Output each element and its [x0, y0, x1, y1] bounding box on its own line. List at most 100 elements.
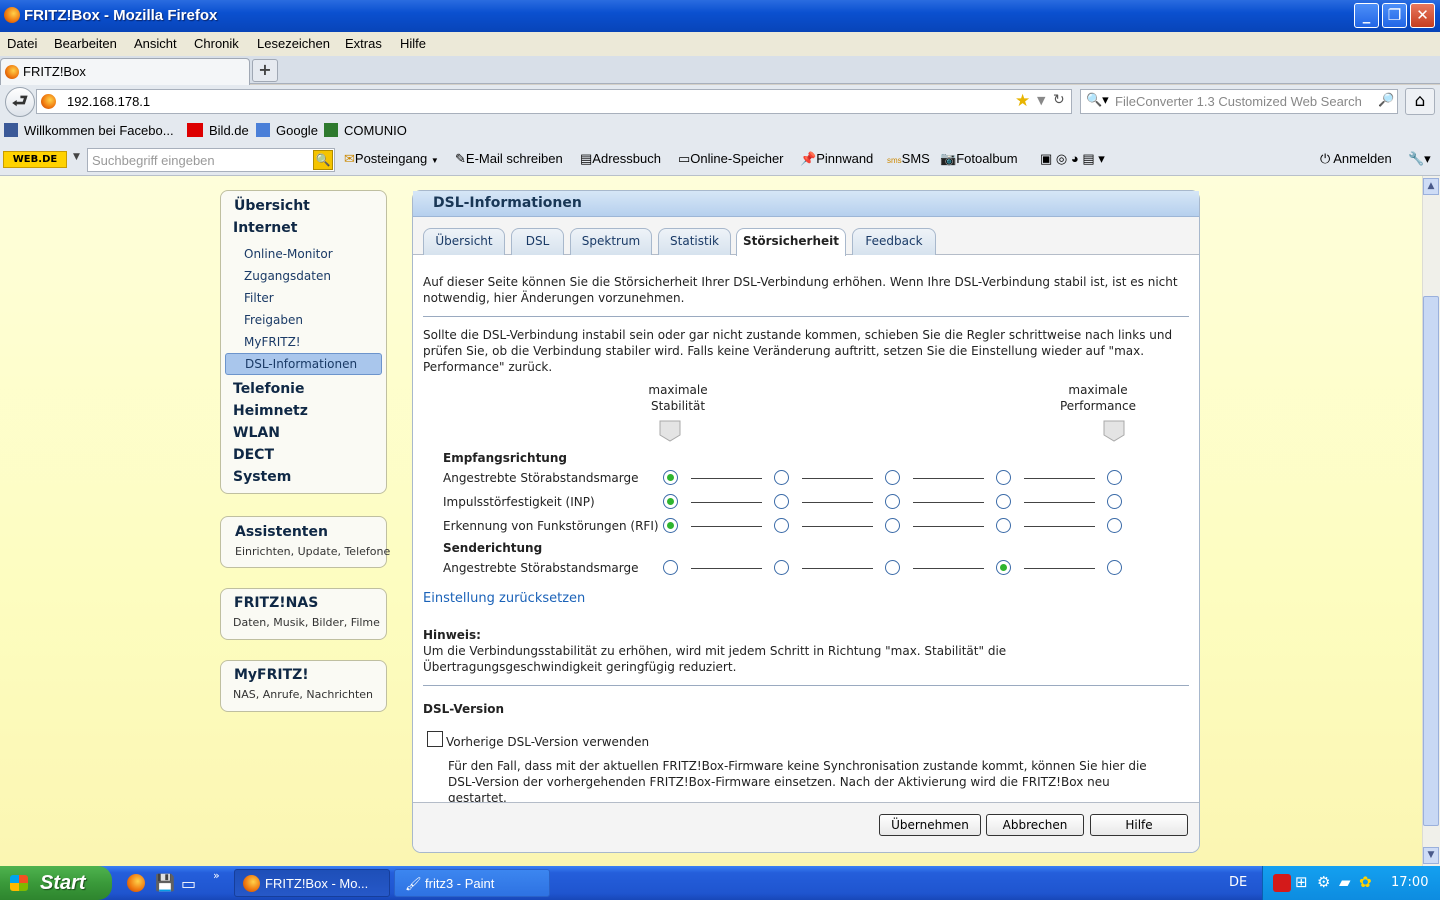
webde-email-schreiben[interactable]: ✎E-Mail schreiben — [455, 151, 563, 167]
level-radio[interactable] — [885, 470, 900, 485]
level-radio[interactable] — [885, 518, 900, 533]
nav-myfritz[interactable]: MyFRITZ! — [244, 335, 301, 349]
webde-pinnwand[interactable]: 📌Pinnwand — [800, 151, 873, 167]
webde-search-icon[interactable]: 🔍 — [313, 150, 333, 170]
level-radio[interactable] — [774, 494, 789, 509]
level-radio[interactable] — [663, 560, 678, 575]
back-button[interactable]: ⮐ — [5, 87, 35, 117]
nav-filter[interactable]: Filter — [244, 291, 274, 305]
nav-wlan[interactable]: WLAN — [233, 425, 280, 441]
webde-adressbuch[interactable]: ▤Adressbuch — [580, 151, 661, 167]
language-indicator[interactable]: DE — [1229, 875, 1247, 890]
menu-bearbeiten[interactable]: Bearbeiten — [54, 36, 117, 51]
tab-spektrum[interactable]: Spektrum — [570, 228, 652, 255]
level-radio[interactable] — [774, 518, 789, 533]
uebernehmen-button[interactable]: Übernehmen — [879, 814, 981, 836]
level-radio[interactable] — [885, 494, 900, 509]
webde-logo[interactable]: WEB.DE — [3, 151, 67, 168]
maximize-button[interactable]: ❐ — [1382, 3, 1407, 28]
browser-tab[interactable]: FRITZ!Box — [0, 58, 250, 85]
nav-telefonie[interactable]: Telefonie — [233, 381, 304, 397]
menu-chronik[interactable]: Chronik — [194, 36, 239, 51]
network-icon[interactable]: ⊞ — [1295, 873, 1308, 891]
dropdown-icon[interactable]: ▼ — [1037, 94, 1045, 107]
bookmark-facebook[interactable]: Willkommen bei Facebo... — [4, 123, 174, 138]
webde-online-speicher[interactable]: ▭Online-Speicher — [678, 151, 784, 167]
site-identity-icon[interactable] — [41, 94, 56, 109]
quicklaunch-desktop-icon[interactable]: ▭ — [181, 874, 196, 893]
level-radio[interactable] — [663, 470, 678, 485]
tab-statistik[interactable]: Statistik — [658, 228, 731, 255]
bookmark-comunio[interactable]: COMUNIO — [324, 123, 407, 138]
nav-zugangsdaten[interactable]: Zugangsdaten — [244, 269, 331, 283]
tab-feedback[interactable]: Feedback — [852, 228, 936, 255]
menu-lesezeichen[interactable]: Lesezeichen — [257, 36, 330, 51]
webde-sms[interactable]: smsSMS — [887, 151, 930, 166]
nav-freigaben[interactable]: Freigaben — [244, 313, 303, 327]
close-button[interactable]: ✕ — [1410, 3, 1435, 28]
level-radio[interactable] — [1107, 560, 1122, 575]
messenger-icon[interactable]: ✿ — [1359, 873, 1372, 891]
scroll-up-button[interactable]: ▲ — [1423, 178, 1439, 195]
menu-extras[interactable]: Extras — [345, 36, 382, 51]
home-button[interactable]: ⌂ — [1405, 88, 1435, 115]
start-button[interactable]: Start — [0, 866, 112, 900]
url-bar[interactable]: 192.168.178.1 ★ ▼ ↻ — [36, 89, 1072, 114]
level-radio[interactable] — [996, 560, 1011, 575]
scroll-thumb[interactable] — [1423, 296, 1439, 826]
tab-dsl[interactable]: DSL — [511, 228, 564, 255]
level-radio[interactable] — [663, 494, 678, 509]
level-radio[interactable] — [996, 518, 1011, 533]
wrench-icon[interactable]: 🔧▾ — [1408, 151, 1431, 167]
new-tab-button[interactable]: + — [252, 59, 278, 82]
level-radio[interactable] — [996, 470, 1011, 485]
nav-online-monitor[interactable]: Online-Monitor — [244, 247, 333, 261]
reset-link[interactable]: Einstellung zurücksetzen — [423, 591, 585, 607]
dsl-version-checkbox-label[interactable]: Vorherige DSL-Version verwenden — [446, 734, 649, 750]
webde-posteingang[interactable]: ✉Posteingang ▼ — [344, 151, 439, 167]
webde-extra-icons[interactable]: ▣ ◎ ◕ ▤ ▾ — [1040, 151, 1105, 167]
bluetooth-icon[interactable]: ⚙ — [1317, 873, 1330, 891]
level-radio[interactable] — [1107, 470, 1122, 485]
search-go-icon[interactable]: 🔎 — [1378, 93, 1394, 108]
bookmark-bild[interactable]: Bild.de — [187, 123, 249, 138]
abbrechen-button[interactable]: Abbrechen — [986, 814, 1084, 836]
task-firefox[interactable]: FRITZ!Box - Mo... — [234, 869, 390, 897]
bookmark-google[interactable]: Google — [256, 123, 318, 138]
level-radio[interactable] — [774, 560, 789, 575]
level-radio[interactable] — [663, 518, 678, 533]
quicklaunch-firefox-icon[interactable] — [127, 874, 145, 892]
search-bar[interactable]: 🔍▾ FileConverter 1.3 Customized Web Sear… — [1080, 89, 1398, 114]
hilfe-button[interactable]: Hilfe — [1090, 814, 1188, 836]
menu-datei[interactable]: Datei — [7, 36, 37, 51]
webde-login[interactable]: ⏻ Anmelden — [1320, 151, 1392, 167]
level-radio[interactable] — [774, 470, 789, 485]
nav-dect[interactable]: DECT — [233, 447, 274, 463]
level-radio[interactable] — [996, 494, 1011, 509]
level-radio[interactable] — [1107, 518, 1122, 533]
volume-icon[interactable]: ▰ — [1339, 873, 1351, 891]
dsl-version-checkbox[interactable] — [427, 731, 443, 747]
tab-stoersicherheit[interactable]: Störsicherheit — [736, 228, 846, 256]
nav-system[interactable]: System — [233, 469, 291, 485]
nav-uebersicht[interactable]: Übersicht — [234, 198, 310, 214]
bookmark-star-icon[interactable]: ★ — [1015, 91, 1030, 111]
quicklaunch-save-icon[interactable]: 💾 — [155, 873, 175, 892]
webde-search-input[interactable]: Suchbegriff eingeben — [87, 148, 335, 172]
antivirus-icon[interactable] — [1273, 874, 1291, 892]
scroll-down-button[interactable]: ▼ — [1423, 847, 1439, 864]
menu-ansicht[interactable]: Ansicht — [134, 36, 177, 51]
level-radio[interactable] — [885, 560, 900, 575]
webde-fotoalbum[interactable]: 📷Fotoalbum — [940, 151, 1018, 167]
menu-hilfe[interactable]: Hilfe — [400, 36, 426, 51]
task-paint[interactable]: 🖌 fritz3 - Paint — [394, 869, 550, 897]
quicklaunch-more-icon[interactable]: » — [213, 869, 220, 882]
minimize-button[interactable]: _ — [1354, 3, 1379, 28]
nav-heimnetz[interactable]: Heimnetz — [233, 403, 308, 419]
tab-uebersicht[interactable]: Übersicht — [423, 228, 505, 255]
nav-internet[interactable]: Internet — [233, 220, 297, 236]
webde-menu-arrow-icon[interactable]: ▼ — [73, 152, 80, 162]
level-radio[interactable] — [1107, 494, 1122, 509]
reload-icon[interactable]: ↻ — [1053, 92, 1065, 108]
search-engine-icon[interactable]: 🔍▾ — [1086, 93, 1109, 108]
